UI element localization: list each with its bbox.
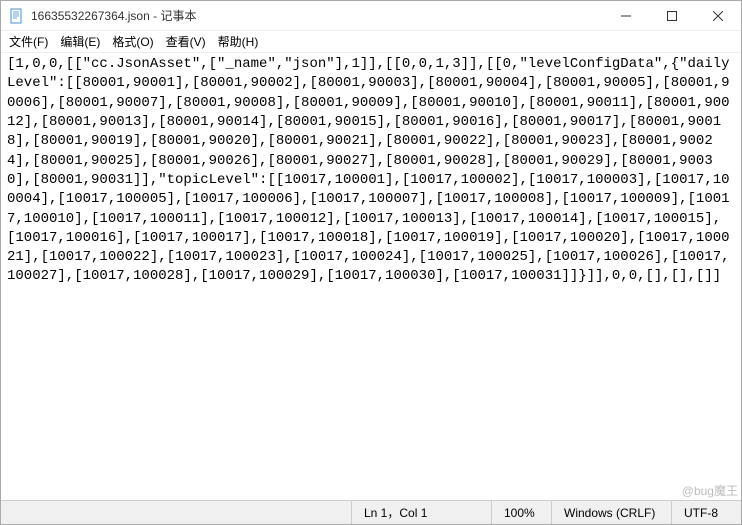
close-button[interactable] — [695, 1, 741, 31]
status-position: Ln 1，Col 1 — [351, 501, 491, 524]
window-title: 16635532267364.json - 记事本 — [31, 7, 603, 24]
status-zoom: 100% — [491, 501, 551, 524]
menu-file[interactable]: 文件(F) — [9, 33, 48, 50]
titlebar: 16635532267364.json - 记事本 — [1, 1, 741, 31]
menu-format[interactable]: 格式(O) — [112, 33, 153, 50]
window-controls — [603, 1, 741, 30]
notepad-icon — [9, 8, 25, 24]
text-area[interactable]: [1,0,0,[["cc.JsonAsset",["_name","json"]… — [1, 53, 741, 500]
menu-view[interactable]: 查看(V) — [166, 33, 206, 50]
status-encoding: UTF-8 — [671, 501, 741, 524]
minimize-button[interactable] — [603, 1, 649, 31]
menu-edit[interactable]: 编辑(E) — [60, 33, 100, 50]
menubar: 文件(F) 编辑(E) 格式(O) 查看(V) 帮助(H) — [1, 31, 741, 53]
status-line-ending: Windows (CRLF) — [551, 501, 671, 524]
statusbar: Ln 1，Col 1 100% Windows (CRLF) UTF-8 — [1, 500, 741, 524]
menu-help[interactable]: 帮助(H) — [218, 33, 259, 50]
maximize-button[interactable] — [649, 1, 695, 31]
